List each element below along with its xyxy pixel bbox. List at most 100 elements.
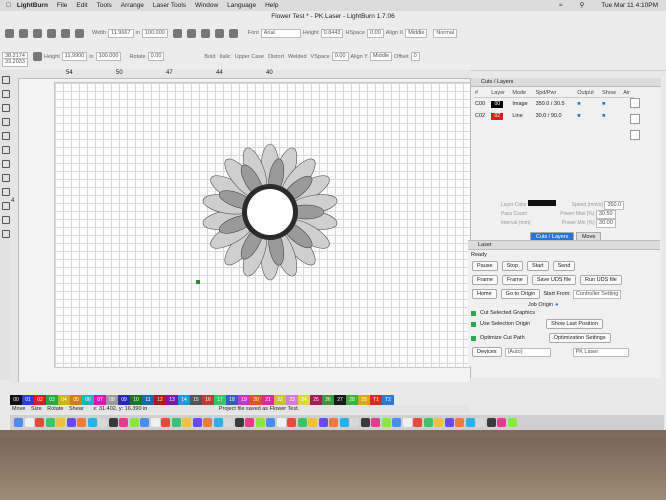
layer-color-swatch[interactable] — [528, 200, 557, 206]
dock-app-icon[interactable] — [234, 418, 244, 427]
cut-selected-checkbox[interactable] — [471, 310, 476, 316]
edit-nodes-icon[interactable] — [2, 90, 10, 98]
line-tool-icon[interactable] — [2, 104, 10, 112]
palette-swatch[interactable]: T2 — [382, 395, 394, 405]
dock-app-icon[interactable] — [255, 418, 265, 427]
frame-button[interactable]: Frame — [472, 275, 498, 285]
italic-label[interactable]: Italic — [219, 54, 230, 60]
delete-layer-icon[interactable] — [630, 130, 640, 140]
palette-swatch[interactable]: 05 — [70, 395, 82, 405]
menu-help[interactable]: Help — [265, 2, 278, 9]
height-percent-field[interactable]: 100.000 — [95, 52, 122, 61]
table-row[interactable]: C00 00 Image 350.0 / 30.5 ■ ■ — [474, 98, 634, 111]
dock-app-icon[interactable] — [203, 418, 212, 427]
dock-app-icon[interactable] — [486, 418, 496, 427]
output-toggle[interactable]: ■ — [577, 101, 580, 107]
position-laser-icon[interactable] — [2, 174, 10, 182]
layer-swatch[interactable]: 02 — [491, 112, 504, 120]
palette-swatch[interactable]: 25 — [310, 395, 322, 405]
send-button[interactable]: Send — [552, 261, 576, 271]
dock-app-icon[interactable] — [213, 418, 223, 427]
palette-swatch[interactable]: 00 — [10, 395, 22, 405]
dock-app-icon[interactable] — [507, 418, 517, 427]
vspace-field[interactable]: 0.00 — [331, 52, 349, 61]
dock-app-icon[interactable] — [434, 418, 443, 427]
rotate-field[interactable]: 0.00 — [147, 52, 165, 61]
dock-app-icon[interactable] — [77, 418, 86, 427]
sunflower-image[interactable] — [200, 142, 340, 282]
bold-label[interactable]: Bold — [204, 54, 215, 60]
devices-button[interactable]: Devices — [472, 347, 502, 357]
dock-app-icon[interactable] — [182, 418, 191, 427]
height-field[interactable]: 11.9900 — [61, 52, 88, 61]
palette-swatch[interactable]: 10 — [130, 395, 142, 405]
menu-file[interactable]: File — [57, 2, 67, 9]
stop-button[interactable]: Stop — [501, 261, 523, 271]
palette-swatch[interactable]: 29 — [358, 395, 370, 405]
dock-app-icon[interactable] — [392, 418, 401, 427]
go-to-origin-button[interactable]: Go to Origin — [500, 289, 541, 299]
palette-swatch[interactable]: 04 — [58, 395, 70, 405]
palette-swatch[interactable]: 19 — [238, 395, 250, 405]
palette-swatch[interactable]: 27 — [334, 395, 346, 405]
palette-swatch[interactable]: 23 — [286, 395, 298, 405]
start-from-select[interactable]: Controller Setting — [572, 289, 622, 299]
dock-app-icon[interactable] — [465, 418, 475, 427]
start-button[interactable]: Start — [526, 261, 549, 271]
home-button[interactable]: Home — [472, 289, 497, 299]
lock-icon[interactable] — [32, 52, 42, 61]
menu-window[interactable]: Window — [195, 2, 218, 9]
tabs-tool-icon[interactable] — [2, 202, 10, 210]
size-mode[interactable]: Size — [31, 406, 42, 412]
frame-circle-button[interactable]: Frame — [501, 275, 528, 285]
width-field[interactable]: 11.9667 — [108, 28, 134, 38]
alignx-select[interactable]: Middle — [405, 28, 428, 38]
dock-app-icon[interactable] — [497, 418, 506, 427]
dock-app-icon[interactable] — [129, 418, 139, 427]
shear-mode[interactable]: Shear — [69, 406, 84, 412]
dock-app-icon[interactable] — [56, 418, 65, 427]
width-percent-field[interactable]: 100.000 — [141, 28, 168, 38]
open-icon[interactable] — [5, 28, 14, 38]
save-uds-button[interactable]: Save UDS file — [531, 275, 577, 285]
offset-field[interactable]: 0 — [410, 52, 420, 61]
dock-app-icon[interactable] — [360, 418, 370, 427]
polygon-tool-icon[interactable] — [2, 146, 10, 154]
menu-laser-tools[interactable]: Laser Tools — [153, 2, 186, 9]
zoom-in-icon[interactable] — [186, 28, 196, 38]
dock-app-icon[interactable] — [308, 418, 317, 427]
menu-edit[interactable]: Edit — [76, 2, 87, 9]
dock-app-icon[interactable] — [171, 418, 181, 427]
palette-swatch[interactable]: 16 — [202, 395, 214, 405]
grid-array-icon[interactable] — [2, 230, 10, 238]
power-max-field[interactable]: 30.50 — [595, 210, 616, 219]
move-mode[interactable]: Move — [12, 406, 25, 412]
dock-app-icon[interactable] — [35, 418, 44, 427]
dock-app-icon[interactable] — [14, 418, 23, 427]
hspace-field[interactable]: 0.00 — [367, 28, 384, 38]
speed-field[interactable]: 350.0 — [604, 201, 625, 210]
dock-app-icon[interactable] — [245, 418, 254, 427]
dock-app-icon[interactable] — [66, 418, 76, 427]
palette-swatch[interactable]: 28 — [346, 395, 358, 405]
pause-button[interactable]: Pause — [472, 261, 498, 271]
dock-app-icon[interactable] — [381, 418, 391, 427]
dock-app-icon[interactable] — [276, 418, 286, 427]
dock-app-icon[interactable] — [45, 418, 55, 427]
settings-icon[interactable] — [228, 28, 238, 38]
job-origin-radio[interactable]: ● — [555, 302, 558, 308]
welded-label[interactable]: Welded — [288, 54, 307, 60]
dock-app-icon[interactable] — [24, 418, 34, 427]
measure-icon[interactable] — [2, 188, 10, 196]
palette-swatch[interactable]: 06 — [82, 395, 94, 405]
clock[interactable]: Tue Mar 11 4:10PM — [601, 2, 658, 9]
run-uds-button[interactable]: Run UDS file — [580, 275, 622, 285]
palette-swatch[interactable]: 13 — [166, 395, 178, 405]
dock-app-icon[interactable] — [150, 418, 160, 427]
dock-app-icon[interactable] — [476, 418, 485, 427]
dock-app-icon[interactable] — [318, 418, 328, 427]
distort-label[interactable]: Distort — [268, 54, 284, 60]
apple-icon[interactable]:  — [6, 2, 11, 9]
select-tool-icon[interactable] — [2, 76, 10, 84]
palette-swatch[interactable]: T1 — [370, 395, 382, 405]
